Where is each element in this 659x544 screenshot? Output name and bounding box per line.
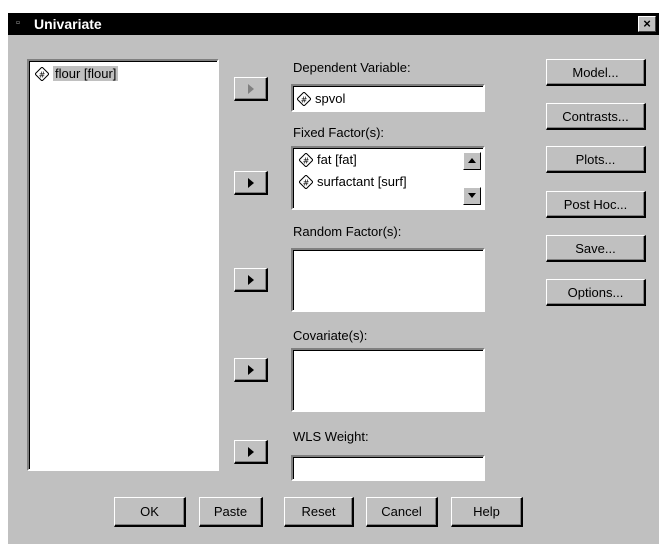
ok-button[interactable]: OK — [114, 497, 186, 527]
save-button[interactable]: Save... — [546, 235, 646, 262]
reset-button[interactable]: Reset — [284, 497, 354, 527]
move-to-fixed-factor-button[interactable] — [234, 171, 268, 195]
move-to-dependent-button[interactable] — [234, 77, 268, 101]
svg-text:#: # — [303, 178, 310, 187]
contrasts-button[interactable]: Contrasts... — [546, 103, 646, 130]
list-item[interactable]: # fat [fat] — [299, 152, 357, 167]
window-title: Univariate — [34, 16, 102, 32]
univariate-dialog: ▫ Univariate × # flour [flour] Dependent… — [8, 13, 659, 544]
fixed-factors-list[interactable]: # fat [fat] # surfactant [surf] — [291, 146, 485, 210]
wls-weight-label: WLS Weight: — [293, 429, 369, 444]
move-to-random-factor-button[interactable] — [234, 268, 268, 292]
paste-button[interactable]: Paste — [199, 497, 263, 527]
list-item[interactable]: # surfactant [surf] — [299, 174, 407, 189]
wls-weight-field[interactable] — [291, 455, 485, 481]
scroll-up-button[interactable] — [463, 152, 481, 170]
move-to-wls-weight-button[interactable] — [234, 440, 268, 464]
dependent-variable-value: spvol — [315, 91, 346, 106]
scale-variable-icon: # — [299, 174, 313, 189]
list-item[interactable]: # flour [flour] — [35, 66, 119, 81]
list-item-label: flour [flour] — [53, 66, 119, 81]
scale-variable-icon: # — [35, 66, 49, 81]
title-bar: ▫ Univariate × — [8, 13, 659, 35]
list-item-label: surfactant [surf] — [317, 174, 407, 189]
help-button[interactable]: Help — [451, 497, 523, 527]
covariates-list[interactable] — [291, 348, 485, 412]
plots-button[interactable]: Plots... — [546, 146, 646, 173]
svg-text:#: # — [303, 156, 310, 165]
cancel-button[interactable]: Cancel — [366, 497, 438, 527]
list-item-label: fat [fat] — [317, 152, 357, 167]
close-button[interactable]: × — [638, 16, 656, 32]
dependent-variable-label: Dependent Variable: — [293, 60, 411, 75]
scale-variable-icon: # — [297, 91, 311, 106]
scroll-down-button[interactable] — [463, 187, 481, 205]
fixed-factors-label: Fixed Factor(s): — [293, 125, 385, 140]
random-factors-list[interactable] — [291, 248, 485, 312]
post-hoc-button[interactable]: Post Hoc... — [546, 191, 646, 218]
dependent-variable-field[interactable]: # spvol — [291, 84, 485, 112]
model-button[interactable]: Model... — [546, 59, 646, 86]
window-icon: ▫ — [16, 17, 20, 29]
covariates-label: Covariate(s): — [293, 328, 368, 343]
random-factors-label: Random Factor(s): — [293, 224, 402, 239]
scale-variable-icon: # — [299, 152, 313, 167]
source-variable-list[interactable]: # flour [flour] — [27, 59, 219, 471]
options-button[interactable]: Options... — [546, 279, 646, 306]
svg-text:#: # — [39, 70, 46, 79]
svg-text:#: # — [301, 95, 308, 104]
move-to-covariate-button[interactable] — [234, 358, 268, 382]
dependent-variable-item[interactable]: # spvol — [297, 91, 345, 106]
